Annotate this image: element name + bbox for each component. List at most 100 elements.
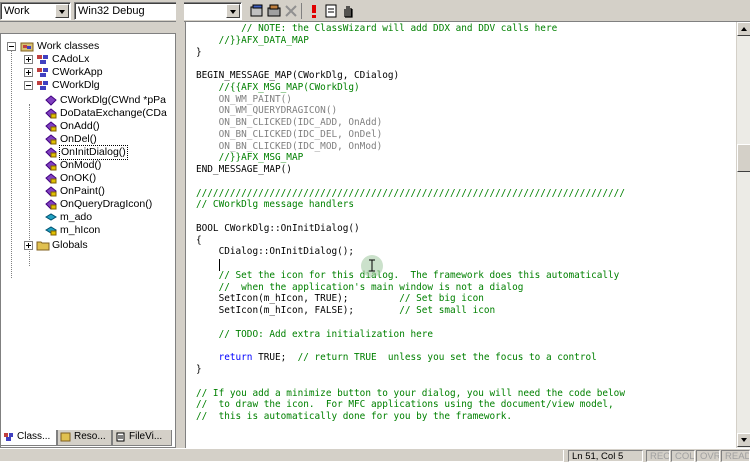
chevron-down-icon[interactable] <box>226 4 240 18</box>
scroll-thumb[interactable] <box>737 144 750 172</box>
code-line: ON_BN_CLICKED(IDC_DEL, OnDel) <box>196 128 383 140</box>
tab-fileview[interactable]: FileVi... <box>112 430 172 446</box>
config-combo[interactable]: Win32 Debug <box>74 2 242 20</box>
protected-method-icon <box>45 134 57 145</box>
tree-class-cworkdlg[interactable]: CWorkDlg <box>19 79 169 92</box>
class-icon <box>37 81 48 90</box>
code-line: CDialog::OnInitDialog(); <box>196 246 355 258</box>
code-line: //{{AFX_MSG_MAP(CWorkDlg) <box>196 81 360 93</box>
protected-method-icon <box>45 108 57 119</box>
tree-method-dodataexchange[interactable]: DoDataExchange(CDa <box>45 107 173 120</box>
tree-method-onquerydragicon[interactable]: OnQueryDragIcon() <box>45 198 173 211</box>
code-line: ON_WM_QUERYDRAGICON() <box>196 105 338 117</box>
workspace-combo-value: Work <box>4 5 30 17</box>
tree-root-label: Work classes <box>37 40 100 52</box>
arrow-up-icon <box>741 27 747 31</box>
tree-member-m-hicon[interactable]: m_hIcon <box>45 224 173 237</box>
chevron-down-icon[interactable] <box>55 4 69 18</box>
code-line: BEGIN_MESSAGE_MAP(CWorkDlg, CDialog) <box>196 70 400 82</box>
class-icon <box>37 68 48 77</box>
folder-icon <box>36 241 50 251</box>
code-line: return TRUE; // return TRUE unless you s… <box>218 352 597 364</box>
editor-vertical-scrollbar[interactable] <box>736 22 750 448</box>
scroll-up-button[interactable] <box>737 22 750 36</box>
tree-item-label: CWorkDlg(CWnd *pPa <box>60 94 166 106</box>
pane-splitter[interactable] <box>176 0 184 448</box>
code-line: SetIcon(m_hIcon, FALSE); // Set small ic… <box>196 305 496 317</box>
code-line: // when the application's main window is… <box>196 281 524 293</box>
status-line-col: Ln 51, Col 5 <box>568 450 643 462</box>
tree-item-label: m_hIcon <box>60 224 101 236</box>
code-line: // TODO: Add extra initialization here <box>196 328 434 340</box>
tree-line <box>11 51 12 278</box>
code-line: // CWorkDlg message handlers <box>196 199 355 211</box>
tree-class-cworkapp[interactable]: CWorkApp <box>19 66 169 79</box>
tree-member-m-ado[interactable]: m_ado <box>45 211 173 224</box>
collapse-icon[interactable] <box>24 81 33 90</box>
code-editor[interactable]: // NOTE: the ClassWizard will add DDX an… <box>185 22 736 448</box>
code-line: } <box>196 46 202 58</box>
toolbar: Work Win32 Debug <box>0 0 750 22</box>
tree-item-label: CWorkDlg <box>52 79 100 91</box>
breakpoint-hand-icon[interactable] <box>340 3 356 19</box>
tree-method-oninitdialog[interactable]: OnInitDialog() <box>45 145 173 160</box>
tree-item-label: OnPaint() <box>60 185 105 197</box>
status-rec: REC <box>646 450 670 462</box>
execute-icon[interactable] <box>306 3 322 19</box>
code-line: END_MESSAGE_MAP() <box>196 164 292 176</box>
tree-method-onok[interactable]: OnOK() <box>45 172 173 185</box>
stop-build-icon[interactable] <box>283 3 299 19</box>
tab-classview[interactable]: Class... <box>0 430 57 446</box>
status-read: READ <box>721 450 750 462</box>
tree-method-onpaint[interactable]: OnPaint() <box>45 185 173 198</box>
code-line: // If you add a minimize button to your … <box>196 387 625 399</box>
tree-method-ondel[interactable]: OnDel() <box>45 133 173 146</box>
code-line: //}}AFX_MSG_MAP <box>196 152 304 164</box>
collapse-icon[interactable] <box>7 42 16 51</box>
ibeam-cursor-icon <box>369 259 375 272</box>
tab-resourceview[interactable]: Reso... <box>57 430 112 446</box>
tree-item-label: OnAdd() <box>60 120 100 132</box>
go-icon[interactable] <box>323 3 339 19</box>
protected-method-icon <box>45 199 57 210</box>
tree-method-onadd[interactable]: OnAdd() <box>45 120 173 133</box>
code-line: // to draw the icon. For MFC application… <box>196 399 614 411</box>
protected-method-icon <box>45 147 57 158</box>
tree-item-label: CWorkApp <box>52 66 103 78</box>
class-view-pane: Work classes CAdoLx CWorkApp CWorkDlg CW… <box>0 33 176 448</box>
fileview-icon <box>116 432 125 442</box>
tree-item-label: Globals <box>52 239 88 251</box>
code-line: SetIcon(m_hIcon, TRUE); // Set big icon <box>196 293 484 305</box>
expand-icon[interactable] <box>24 241 33 250</box>
tree-item-label: OnMod() <box>60 159 102 171</box>
tree-item-label: DoDataExchange(CDa <box>60 107 167 119</box>
tree-item-label: OnOK() <box>60 172 97 184</box>
tree-method-constructor[interactable]: CWorkDlg(CWnd *pPa <box>45 94 173 107</box>
status-bar: Ln 51, Col 5 REC COL OVR READ <box>0 448 750 462</box>
tree-item-label: m_ado <box>60 211 93 223</box>
tree-item-label: CAdoLx <box>52 53 90 65</box>
workspace-tabs: Class... Reso... FileVi... <box>0 430 176 446</box>
tab-label: Reso... <box>74 431 106 442</box>
text-caret <box>219 259 220 271</box>
method-icon <box>45 95 57 106</box>
tree-globals[interactable]: Globals <box>19 239 169 252</box>
protected-method-icon <box>45 173 57 184</box>
code-line: // this is automatically done for you by… <box>196 411 513 423</box>
tree-root[interactable]: Work classes <box>7 40 172 53</box>
scroll-down-button[interactable] <box>737 433 750 447</box>
expand-icon[interactable] <box>24 68 33 77</box>
tree-class-cadolx[interactable]: CAdoLx <box>19 53 169 66</box>
toolbar-separator <box>301 3 302 19</box>
class-folder-icon <box>20 42 34 52</box>
code-line: // Set the icon for this dialog. The fra… <box>196 269 620 281</box>
tree-method-onmod[interactable]: OnMod() <box>45 159 173 172</box>
code-line: ON_BN_CLICKED(IDC_ADD, OnAdd) <box>196 117 383 129</box>
expand-icon[interactable] <box>24 55 33 64</box>
compile-icon[interactable] <box>249 3 265 19</box>
workspace-combo[interactable]: Work <box>0 2 71 20</box>
code-line: //}}AFX_DATA_MAP <box>196 34 309 46</box>
status-col: COL <box>671 450 695 462</box>
build-icon[interactable] <box>266 3 282 19</box>
protected-method-icon <box>45 121 57 132</box>
